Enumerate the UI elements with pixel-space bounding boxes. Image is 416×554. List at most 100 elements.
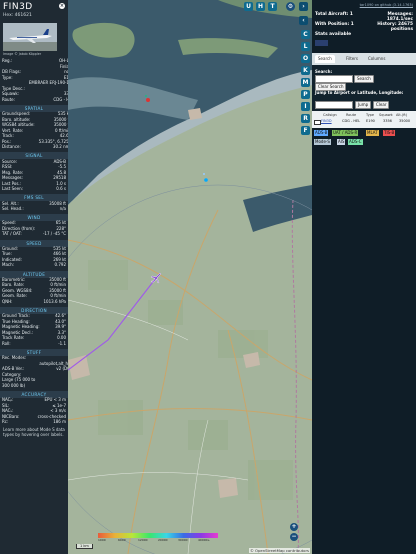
tab-columns[interactable]: Columns [365,55,388,63]
close-icon[interactable]: × [59,3,65,9]
detail-key: QNH: [2,298,13,304]
altitude-tick-label: 6000 [118,538,126,542]
map-button-u[interactable]: U [244,2,253,11]
panel-tabs: Search Filters Columns [312,53,416,65]
prev-arrow-icon[interactable]: ‹ [299,16,308,25]
info-row: Route: CDG - HEL [0,97,68,102]
map-button-p[interactable]: P [301,90,310,99]
jump-button[interactable]: Jump [355,101,372,109]
jump-input[interactable] [315,101,353,109]
filter-modes[interactable]: Mode-S [314,139,331,145]
filter-adsc[interactable]: ADS-C [348,139,363,145]
aircraft-photo[interactable] [3,23,57,51]
zoom-out-button[interactable]: − [290,533,298,541]
tab-search[interactable]: Search [315,55,335,63]
altitude-tick-label: 20000 [158,538,168,542]
table-row[interactable]: FIN3D CDG - HEL E190 3356 35000 [312,119,416,125]
source-filter-legend: ADS-B UAT / ADS-R MLAT TIS-B Mode-S AIS … [312,128,416,148]
detail-row: 300 000 lb) [0,383,68,388]
zoom-in-button[interactable]: + [290,523,298,531]
detail-value: 0.6 s [56,186,66,192]
clear-jump-button[interactable]: Clear [373,101,390,109]
aircraft-table: Callsign Route Type Squawk Alt.(ft) FIN3… [312,111,416,128]
detail-value: n/a [59,206,66,211]
map-view[interactable]: U H T ⚙ › ‹ CLOKMPIRF + − 1000 6000 12000 2… [68,0,312,554]
column-header-type[interactable]: Type [366,113,374,117]
aircraft-info-table: Reg.:OH-LKKFinlandDB Flags:noneType:E190… [0,58,68,103]
row-squawk: 3356 [383,119,392,123]
section-table: Rec. Modes:autopilot,alt_hold,tcasADS-B … [0,355,68,389]
next-arrow-icon[interactable]: › [299,2,308,11]
map-button-f[interactable]: F [301,126,310,135]
section-table: Speed: 65 kt Direction (from): 228° TAT / OA… [0,220,68,237]
map-button-o[interactable]: O [301,54,310,63]
detail-row: Distance: 30.2 nmi [0,144,68,150]
section-table: Ground Track: 42.6° True Heading: 43.0° Magn… [0,313,68,347]
column-header-route[interactable]: Route [346,113,356,117]
column-header-callsign[interactable]: Callsign [323,113,337,117]
detail-row: Roll: -1.1 [0,341,68,346]
info-key: Route: [2,96,15,102]
filter-ais[interactable]: AIS [337,139,346,145]
row-type: E190 [366,119,375,123]
detail-key: Distance: [2,144,21,150]
map-button-l[interactable]: L [301,42,310,51]
stats-available-link[interactable]: Stats available [315,32,351,37]
detail-row: Sel. Head.: n/a [0,206,68,212]
map-button-c[interactable]: C [301,30,310,39]
section-table: Groundspeed:535 ktBaro. altitude:35000 f… [0,111,68,150]
map-button-m[interactable]: M [301,78,310,87]
detail-value: -17 / -45 °C [42,231,66,237]
detail-row: TAT / OAT: -17 / -45 °C [0,231,68,237]
settings-gear-icon[interactable]: ⚙ [286,2,295,11]
column-header-altitude[interactable]: Alt.(ft) [396,113,407,117]
detail-value [37,383,68,388]
detail-row: QNH: 1013.6 hPa [0,299,68,304]
row-altitude: 35000 [399,119,411,123]
row-callsign[interactable]: FIN3D [321,119,332,123]
detail-sections: SPATIALGroundspeed:535 ktBaro. altitude:… [0,104,68,425]
map-scale: 1 km [76,544,93,549]
section-table: Barometric: 35000 ft Baro. Rate: 0 ft/min Ge… [0,277,68,305]
detail-key: Last Seen: [2,186,23,192]
column-header-squawk[interactable]: Squawk [379,113,393,117]
aircraft-hex: Hex: 461621 [3,13,32,18]
map-button-h[interactable]: H [256,2,265,11]
map-button-t[interactable]: T [268,2,277,11]
filter-tisb[interactable]: TIS-B [383,130,396,136]
search-input[interactable] [315,75,353,83]
map-attribution[interactable]: © OpenStreetMap contributors [249,548,310,553]
filter-mlat[interactable]: MLAT [366,130,379,136]
detail-key: 300 000 lb) [2,382,26,388]
stats-color-chip [315,40,328,46]
aircraft-list-panel: tar1090 on github (3.14.1763) Total Airc… [312,0,416,554]
total-aircraft: Total Aircraft: 1 [315,12,353,17]
sidebar-footer-note: Learn more about Mode S data types by ho… [3,427,65,438]
map-canvas [68,0,312,554]
search-button[interactable]: Search [354,75,374,83]
site-marker-icon [204,178,208,182]
search-label: Search: [315,69,333,74]
section-table: Source: ADS-B RSSI: -5.5 Msg. Rate: 45.8 Messa… [0,159,68,192]
aircraft-icon[interactable] [150,272,162,284]
section-table: Sel. Alt.: 35008 ft Sel. Head.: n/a [0,201,68,212]
tab-filters[interactable]: Filters [343,55,361,63]
detail-value: 30.2 nmi [52,144,68,150]
detail-key: Mach: [2,262,14,268]
map-button-k[interactable]: K [301,66,310,75]
detail-value: 0.792 [54,262,66,268]
detail-key: TAT / OAT: [2,231,22,237]
map-button-r[interactable]: R [301,114,310,123]
filter-uat-adsr[interactable]: UAT / ADS-R [332,130,359,136]
section-table: Ground: 535 kt True: 466 kt Indicated: 269 kt… [0,246,68,269]
with-position: With Position: 1 [315,22,354,27]
info-value: CDG - HEL [53,96,68,102]
jump-label: Jump to Airport or Latitude, Longitude: [315,90,404,95]
altitude-tick-label: 40000+ [198,538,211,542]
map-button-i[interactable]: I [301,102,310,111]
row-route: CDG - HEL [342,119,361,123]
altitude-tick-label: 30000 [178,538,188,542]
github-link[interactable]: tar1090 on github (3.14.1763) [360,3,413,7]
filter-adsb[interactable]: ADS-B [314,130,329,136]
detail-row: Last Seen: 0.6 s [0,186,68,192]
